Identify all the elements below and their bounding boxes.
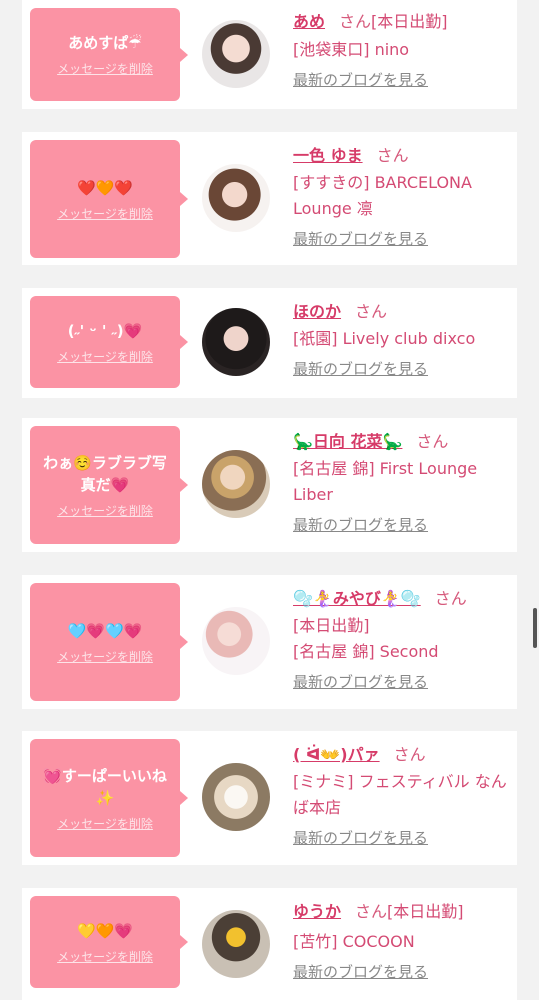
- latest-blog-link[interactable]: 最新のブログを見る: [293, 228, 508, 249]
- honorific: さん: [355, 302, 388, 321]
- avatar[interactable]: [202, 763, 270, 831]
- shop-name: [苫竹] COCOON: [293, 932, 415, 951]
- latest-blog-link[interactable]: 最新のブログを見る: [293, 514, 508, 535]
- shop-name: [名古屋 錦] First Lounge Liber: [293, 459, 478, 504]
- honorific: さん: [393, 745, 426, 764]
- shop-name: [すすきの] BARCELONA Lounge 凛: [293, 173, 472, 218]
- message-text: わぁ☺️ラブラブ写真だ💗: [43, 453, 167, 494]
- shop-name: [ミナミ] フェスティバル なんば本店: [293, 772, 507, 817]
- profile-name-link[interactable]: ゆうか: [293, 902, 341, 921]
- scrollbar[interactable]: [533, 608, 537, 648]
- profile-info: あめ さん[本日出勤] [池袋東口] nino 最新のブログを見る: [293, 8, 508, 90]
- status-text: [本日出勤]: [387, 902, 464, 921]
- list-item: 💓すーぱーいいね✨ メッセージを削除 ( ᐛ👐)パァ さん [ミナミ] フェスティ…: [22, 731, 517, 865]
- profile-info: ゆうか さん[本日出勤] [苫竹] COCOON 最新のブログを見る: [293, 898, 508, 982]
- latest-blog-link[interactable]: 最新のブログを見る: [293, 671, 508, 692]
- message-bubble: わぁ☺️ラブラブ写真だ💗 メッセージを削除: [30, 426, 188, 544]
- avatar[interactable]: [202, 164, 270, 232]
- list-item: わぁ☺️ラブラブ写真だ💗 メッセージを削除 🦕日向 花菜🦕 さん [名古屋 錦] …: [22, 418, 517, 552]
- message-bubble: 💛🧡💗 メッセージを削除: [30, 896, 188, 988]
- shop-name: [祇園] Lively club dixco: [293, 329, 476, 348]
- list-item: 💛🧡💗 メッセージを削除 ゆうか さん[本日出勤] [苫竹] COCOON 最新の…: [22, 888, 517, 1000]
- avatar[interactable]: [202, 910, 270, 978]
- list-item: あめすぱ☔ メッセージを削除 あめ さん[本日出勤] [池袋東口] nino 最新…: [22, 0, 517, 109]
- delete-message-link[interactable]: メッセージを削除: [57, 648, 153, 665]
- profile-info: 🦕日向 花菜🦕 さん [名古屋 錦] First Lounge Liber 最新の…: [293, 428, 508, 535]
- message-bubble: (˶' ᵕ ' ˶)💗 メッセージを削除: [30, 296, 188, 388]
- shop-name: [本日出勤] [名古屋 錦] Second: [293, 616, 439, 661]
- delete-message-link[interactable]: メッセージを削除: [57, 815, 153, 832]
- latest-blog-link[interactable]: 最新のブログを見る: [293, 69, 508, 90]
- delete-message-link[interactable]: メッセージを削除: [57, 348, 153, 365]
- list-item: 🩵💗🩵💗 メッセージを削除 🫧🧜‍♀️みやび🧜‍♀️🫧 さん [本日出勤] [名古…: [22, 575, 517, 709]
- delete-message-link[interactable]: メッセージを削除: [57, 60, 153, 77]
- profile-info: 🫧🧜‍♀️みやび🧜‍♀️🫧 さん [本日出勤] [名古屋 錦] Second 最新…: [293, 585, 508, 692]
- list-item: (˶' ᵕ ' ˶)💗 メッセージを削除 ほのか さん [祇園] Lively c…: [22, 288, 517, 398]
- list-item: ❤️🧡❤️ メッセージを削除 一色 ゆま さん [すすきの] BARCELONA …: [22, 132, 517, 265]
- avatar[interactable]: [202, 450, 270, 518]
- latest-blog-link[interactable]: 最新のブログを見る: [293, 961, 508, 982]
- profile-name-link[interactable]: ( ᐛ👐)パァ: [293, 745, 380, 764]
- honorific: さん: [339, 12, 372, 31]
- profile-info: ( ᐛ👐)パァ さん [ミナミ] フェスティバル なんば本店 最新のブログを見る: [293, 741, 508, 848]
- delete-message-link[interactable]: メッセージを削除: [57, 205, 153, 222]
- honorific: さん: [434, 589, 467, 608]
- profile-info: 一色 ゆま さん [すすきの] BARCELONA Lounge 凛 最新のブログ…: [293, 142, 508, 249]
- profile-name-link[interactable]: 🫧🧜‍♀️みやび🧜‍♀️🫧: [293, 589, 421, 608]
- message-text: 🩵💗🩵💗: [67, 621, 143, 640]
- message-text: (˶' ᵕ ' ˶)💗: [67, 321, 143, 340]
- message-text: あめすぱ☔: [68, 34, 142, 52]
- message-bubble: ❤️🧡❤️ メッセージを削除: [30, 140, 188, 258]
- shop-name: [池袋東口] nino: [293, 40, 410, 59]
- profile-name-link[interactable]: 一色 ゆま: [293, 146, 363, 165]
- avatar[interactable]: [202, 607, 270, 675]
- profile-name-link[interactable]: あめ: [293, 12, 325, 31]
- status-text: [本日出勤]: [371, 12, 448, 31]
- honorific: さん: [376, 146, 409, 165]
- message-text: 💓すーぱーいいね✨: [43, 766, 167, 807]
- latest-blog-link[interactable]: 最新のブログを見る: [293, 358, 508, 379]
- message-text: ❤️🧡❤️: [76, 178, 134, 197]
- delete-message-link[interactable]: メッセージを削除: [57, 948, 153, 965]
- message-bubble: 🩵💗🩵💗 メッセージを削除: [30, 583, 188, 701]
- honorific: さん: [416, 432, 449, 451]
- avatar[interactable]: [202, 20, 270, 88]
- honorific: さん: [355, 902, 388, 921]
- profile-info: ほのか さん [祇園] Lively club dixco 最新のブログを見る: [293, 298, 508, 379]
- message-bubble: あめすぱ☔ メッセージを削除: [30, 8, 188, 101]
- profile-name-link[interactable]: 🦕日向 花菜🦕: [293, 432, 402, 451]
- message-bubble: 💓すーぱーいいね✨ メッセージを削除: [30, 739, 188, 857]
- profile-name-link[interactable]: ほのか: [293, 302, 341, 321]
- latest-blog-link[interactable]: 最新のブログを見る: [293, 827, 508, 848]
- avatar[interactable]: [202, 308, 270, 376]
- delete-message-link[interactable]: メッセージを削除: [57, 502, 153, 519]
- message-text: 💛🧡💗: [76, 921, 134, 940]
